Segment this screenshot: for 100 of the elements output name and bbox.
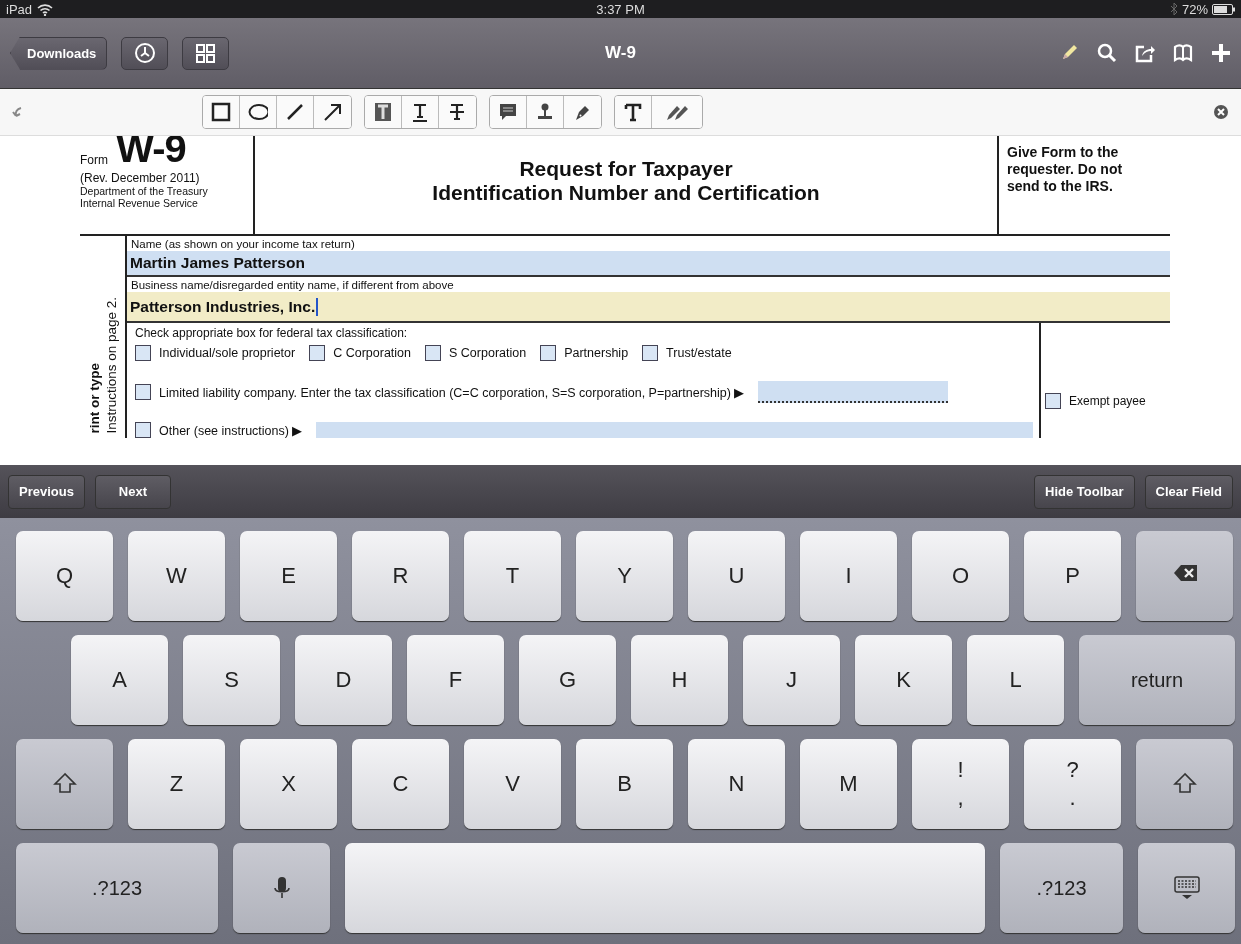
checkbox-label: Exempt payee (1069, 394, 1146, 408)
share-icon[interactable] (1135, 43, 1155, 63)
checkbox[interactable] (540, 345, 557, 361)
letter-key[interactable]: Y (576, 531, 673, 621)
device-name: iPad (6, 1, 33, 17)
letter-key[interactable]: T (464, 531, 561, 621)
checkbox[interactable] (309, 345, 326, 361)
punctuation-key[interactable]: ? . (1024, 739, 1121, 829)
letter-key[interactable]: S (183, 635, 280, 725)
letter-key[interactable]: U (688, 531, 785, 621)
checkbox-label: Trust/estate (666, 346, 732, 360)
key-symbol: . (1069, 787, 1076, 809)
letter-key[interactable]: E (240, 531, 337, 621)
numbers-key[interactable]: .?123 (16, 843, 218, 933)
note-tool-button[interactable] (489, 96, 527, 128)
pencils-tool-button[interactable] (651, 96, 702, 128)
business-name-field[interactable]: Patterson Industries, Inc. (127, 292, 1170, 323)
letter-key[interactable]: Z (128, 739, 225, 829)
rectangle-tool-button[interactable] (202, 96, 240, 128)
letter-key[interactable]: P (1024, 531, 1121, 621)
text-tool-button[interactable] (614, 96, 652, 128)
letter-key[interactable]: R (352, 531, 449, 621)
battery-icon (1212, 3, 1235, 15)
tax-class-field[interactable] (758, 381, 949, 403)
letter-key[interactable]: A (71, 635, 168, 725)
letter-key[interactable]: K (855, 635, 952, 725)
pen-tool-button[interactable] (563, 96, 601, 128)
other-field[interactable] (316, 422, 1033, 438)
checkbox[interactable] (425, 345, 442, 361)
form-word: Form (80, 153, 108, 169)
letter-key[interactable]: C (352, 739, 449, 829)
hide-toolbar-button[interactable]: Hide Toolbar (1034, 474, 1135, 509)
letter-key[interactable]: F (407, 635, 504, 725)
comment-icon (497, 102, 518, 122)
highlight-text-icon (372, 102, 393, 122)
grid-icon (196, 43, 216, 63)
letter-key[interactable]: V (464, 739, 561, 829)
punctuation-key[interactable]: ! , (912, 739, 1009, 829)
checkbox[interactable] (642, 345, 659, 361)
text-icon (622, 102, 643, 122)
return-key[interactable]: return (1079, 635, 1235, 725)
underline-tool-button[interactable] (401, 96, 439, 128)
revision-date: (Rev. December 2011) (80, 171, 201, 185)
wifi-icon (37, 2, 54, 16)
checkbox[interactable] (135, 345, 151, 361)
back-button[interactable]: Downloads (10, 36, 108, 70)
stamp-tool-button[interactable] (526, 96, 564, 128)
letter-key[interactable]: D (295, 635, 392, 725)
letter-key[interactable]: Q (16, 531, 113, 621)
dictation-key[interactable] (233, 843, 330, 933)
search-icon[interactable] (1097, 43, 1117, 63)
highlight-tool-button[interactable] (364, 96, 402, 128)
history-button[interactable] (121, 36, 169, 70)
rectangle-icon (210, 102, 231, 122)
field-label: Business name/disregarded entity name, if different from above (130, 278, 455, 292)
bluetooth-icon (1170, 3, 1178, 15)
letter-key[interactable]: X (240, 739, 337, 829)
add-icon[interactable] (1211, 43, 1231, 63)
checkbox[interactable] (135, 422, 151, 438)
checkbox-label: Limited liability company. Enter the tax classification (C=C corporation, S=S corporation, P=partnership) ▶ (159, 384, 745, 400)
delete-key[interactable] (1136, 531, 1233, 621)
line-tool-button[interactable] (276, 96, 314, 128)
book-icon[interactable] (1173, 43, 1193, 63)
strikeout-tool-button[interactable] (438, 96, 476, 128)
letter-key[interactable]: N (688, 739, 785, 829)
thumbnails-button[interactable] (182, 36, 230, 70)
document-title: W-9 (605, 43, 636, 63)
numbers-key[interactable]: .?123 (1000, 843, 1123, 933)
letter-key[interactable]: I (800, 531, 897, 621)
side-instruction: rint or type (86, 363, 102, 434)
agency-name: Department of the Treasury (80, 185, 209, 197)
form-notice: Give Form to the requester. Do not send to the IRS. (997, 136, 1170, 234)
clear-field-button[interactable]: Clear Field (1144, 474, 1233, 509)
arrow-tool-button[interactable] (313, 96, 351, 128)
letter-key[interactable]: J (743, 635, 840, 725)
section-label: Check appropriate box for federal tax classification: (135, 326, 408, 340)
letter-key[interactable]: M (800, 739, 897, 829)
letter-key[interactable]: W (128, 531, 225, 621)
clock: 3:37 PM (595, 1, 646, 17)
letter-key[interactable]: G (519, 635, 616, 725)
shift-icon (52, 772, 77, 796)
key-symbol: ! (957, 759, 964, 781)
previous-button[interactable]: Previous (8, 474, 85, 509)
hide-keyboard-key[interactable] (1138, 843, 1235, 933)
letter-key[interactable]: O (912, 531, 1009, 621)
letter-key[interactable]: L (967, 635, 1064, 725)
key-symbol: ? (1066, 759, 1079, 781)
checkbox-label: C Corporation (333, 346, 412, 360)
close-icon[interactable] (1213, 104, 1229, 120)
letter-key[interactable]: B (576, 739, 673, 829)
name-field[interactable]: Martin James Patterson (127, 251, 1170, 277)
clock-icon (133, 42, 156, 64)
checkbox[interactable] (135, 384, 151, 400)
agency-name: Internal Revenue Service (80, 197, 199, 209)
checkbox[interactable] (1045, 393, 1061, 409)
shift-icon (1172, 772, 1197, 796)
next-button[interactable]: Next (94, 474, 171, 509)
ellipse-tool-button[interactable] (239, 96, 277, 128)
letter-key[interactable]: H (631, 635, 728, 725)
form-title: Identification Number and Certification (432, 181, 820, 205)
